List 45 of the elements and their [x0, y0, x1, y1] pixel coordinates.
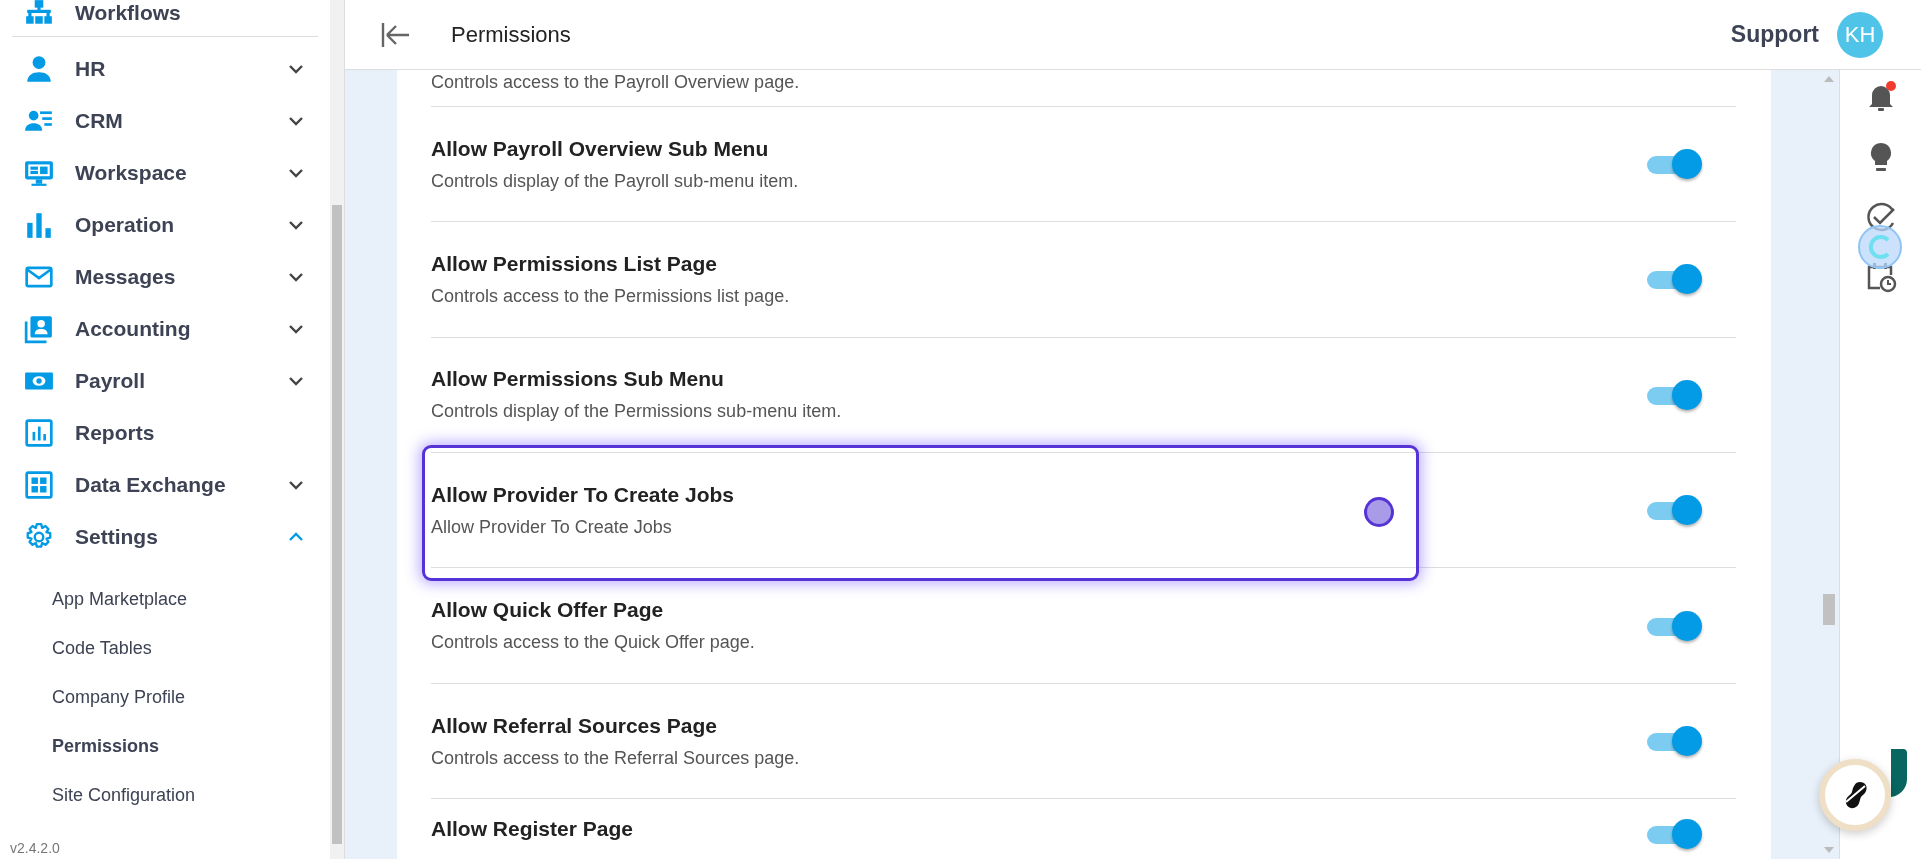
sidebar-item[interactable]: HR — [75, 57, 286, 81]
permission-description: Controls access to the Payroll Overview page. — [431, 72, 801, 93]
submenu-item[interactable]: Site Configuration — [52, 785, 196, 806]
permission-title: Allow Permissions Sub Menu — [431, 367, 725, 392]
sidebar-item[interactable]: Data Exchange — [75, 473, 286, 497]
sidebar-item[interactable]: Messages — [75, 265, 286, 289]
contact-card-icon — [24, 314, 54, 344]
assistant-button[interactable] — [1819, 759, 1891, 831]
submenu-item[interactable]: Permissions — [52, 736, 160, 757]
permission-description: Controls access to the Referral Sources page. — [431, 747, 801, 769]
sidebar-item[interactable]: Payroll — [75, 369, 286, 393]
sidebar-item[interactable]: CRM — [75, 109, 286, 133]
sidebar-item[interactable]: Operation — [75, 213, 286, 237]
sidebar-item[interactable]: Accounting — [75, 317, 286, 341]
c-logo-icon[interactable] — [1857, 224, 1903, 270]
version-label: v2.4.2.0 — [10, 840, 60, 856]
bar-chart-icon — [24, 210, 54, 240]
permission-description: Controls access to the Permissions list page. — [431, 285, 791, 307]
sidebar-item[interactable]: Workspace — [75, 161, 286, 185]
sidebar-item[interactable]: Settings — [75, 525, 286, 549]
permission-title: Allow Provider To Create Jobs — [431, 482, 735, 507]
grid-icon — [24, 470, 54, 500]
permission-title: Allow Payroll Overview Sub Menu — [431, 136, 770, 161]
permission-description: Controls access to the Quick Offer page. — [431, 632, 756, 654]
page-title: Permissions — [451, 21, 572, 48]
scrollbar-thumb[interactable] — [332, 205, 342, 844]
sidebar-item[interactable]: Reports — [75, 421, 330, 445]
monitor-icon — [24, 158, 54, 188]
permission-title: Allow Register Page — [431, 817, 634, 842]
submenu-item[interactable]: App Marketplace — [52, 589, 188, 610]
side-tab-icon[interactable] — [1891, 749, 1907, 797]
permission-title: Allow Permissions List Page — [431, 251, 718, 276]
permission-description: Controls display of the Payroll sub-menu item. — [431, 170, 800, 192]
submenu-item[interactable]: Company Profile — [52, 687, 186, 708]
sidebar-item[interactable]: Workflows — [75, 1, 330, 25]
user-name: Support — [1730, 21, 1819, 48]
permission-title: Allow Referral Sources Page — [431, 713, 718, 738]
permission-title: Allow Quick Offer Page — [431, 598, 665, 623]
permission-description: Controls display of the Permissions sub-menu item. — [431, 401, 843, 423]
submenu-item[interactable]: Code Tables — [52, 638, 152, 659]
scrollbar-thumb[interactable] — [1823, 594, 1835, 625]
person-icon — [24, 54, 54, 84]
hotspot-dot[interactable] — [1364, 497, 1394, 528]
report-chart-icon — [24, 418, 54, 448]
permission-description: Allow Provider To Create Jobs — [431, 516, 673, 538]
